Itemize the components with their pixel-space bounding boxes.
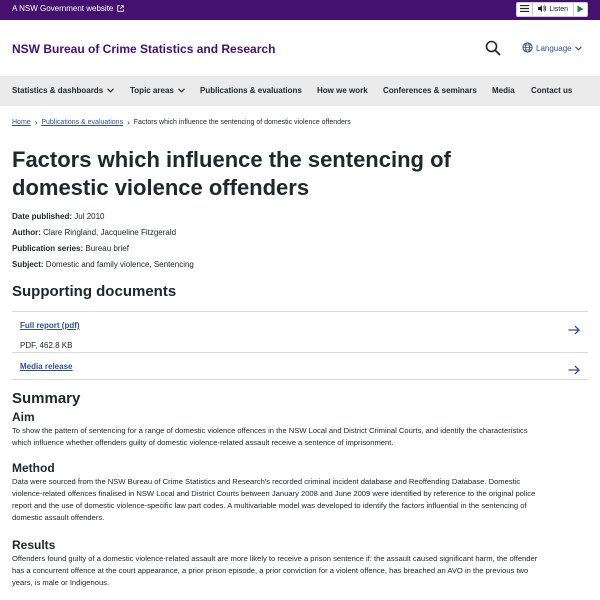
method-line: report and the use of domestic violence-… — [12, 501, 527, 510]
aim-line: To show the pattern of sentencing for a … — [12, 426, 528, 435]
search-button[interactable] — [485, 40, 503, 58]
nav-item-label: Publications & evaluations — [200, 86, 302, 95]
meta-label: Subject: — [12, 260, 44, 269]
search-icon — [485, 40, 501, 60]
meta-publication-series: Publication series: Bureau brief — [12, 244, 129, 253]
nav-item-label: Topic areas — [130, 86, 174, 95]
page-title-line-1: Factors which influence the sentencing o… — [12, 147, 451, 172]
breadcrumb-current: Factors which influence the sentencing o… — [133, 119, 351, 126]
nav-topic-areas[interactable]: Topic areas — [130, 86, 185, 95]
page-title: Factors which influence the sentencing o… — [12, 146, 532, 202]
method-line: violence-related offences finalised in N… — [12, 489, 536, 498]
speaker-icon — [538, 5, 547, 14]
chevron-down-icon — [574, 44, 582, 53]
full-report-file-info: PDF, 462.8 KB — [20, 341, 73, 350]
language-selector[interactable]: Language — [522, 42, 582, 55]
method-text: Data were sourced from the NSW Bureau of… — [12, 476, 590, 524]
meta-value: Jul 2010 — [74, 212, 105, 221]
document-item-full-report[interactable]: Full report (pdf) PDF, 462.8 KB — [12, 311, 588, 352]
supporting-documents-list: Full report (pdf) PDF, 462.8 KB Media re… — [12, 311, 588, 380]
media-release-link[interactable]: Media release — [20, 362, 72, 371]
supporting-documents-heading: Supporting documents — [12, 283, 177, 300]
nav-item-label: Statistics & dashboards — [12, 86, 104, 95]
breadcrumb-home[interactable]: Home — [12, 119, 31, 126]
breadcrumb-publications[interactable]: Publications & evaluations — [41, 119, 123, 126]
listen-play-button[interactable] — [574, 3, 587, 16]
play-icon — [577, 5, 584, 15]
chevron-right-icon: › — [34, 118, 38, 127]
method-line: Data were sourced from the NSW Bureau of… — [12, 477, 521, 486]
results-line: years, is male or Indigenous. — [12, 578, 110, 587]
nav-how-we-work[interactable]: How we work — [317, 86, 368, 95]
meta-label: Date published: — [12, 212, 73, 221]
chevron-right-icon: › — [127, 118, 130, 127]
nav-conferences-seminars[interactable]: Conferences & seminars — [383, 86, 477, 95]
globe-icon — [522, 42, 533, 55]
aim-line: which influence whether offenders guilty… — [12, 438, 394, 447]
method-heading: Method — [12, 461, 55, 475]
aim-text: To show the pattern of sentencing for a … — [12, 425, 590, 449]
language-label: Language — [536, 44, 572, 53]
meta-value: Clare Ringland, Jacqueline Fitzgerald — [43, 228, 177, 237]
breadcrumb: Home › Publications & evaluations › Fact… — [12, 118, 351, 127]
main-navigation: Statistics & dashboards Topic areas Publ… — [0, 76, 600, 106]
chevron-down-icon — [177, 86, 185, 95]
arrow-right-icon — [568, 322, 580, 335]
full-report-link[interactable]: Full report (pdf) — [20, 321, 80, 330]
meta-value: Domestic and family violence, Sentencing — [45, 260, 194, 269]
page-title-line-2: domestic violence offenders — [12, 175, 310, 200]
results-text: Offenders found guilty of a domestic vio… — [12, 553, 590, 589]
nsw-government-link-label[interactable]: A NSW Government website — [12, 4, 113, 13]
meta-author: Author: Clare Ringland, Jacqueline Fitzg… — [12, 228, 176, 237]
document-item-media-release[interactable]: Media release — [12, 352, 588, 380]
nav-publications-evaluations[interactable]: Publications & evaluations — [200, 86, 302, 95]
method-line: domestic assault offenders. — [12, 513, 105, 522]
external-link-icon — [117, 5, 125, 12]
nav-item-label: Contact us — [531, 86, 573, 95]
nsw-government-link[interactable]: A NSW Government website — [12, 4, 125, 13]
nav-media[interactable]: Media — [492, 86, 515, 95]
listen-label: Listen — [549, 6, 568, 13]
meta-label: Author: — [12, 228, 41, 237]
chevron-down-icon — [107, 86, 115, 95]
nav-item-label: Conferences & seminars — [383, 86, 477, 95]
meta-subject: Subject: Domestic and family violence, S… — [12, 260, 194, 269]
government-bar: A NSW Government website Listen — [0, 0, 600, 20]
nav-item-label: How we work — [317, 86, 368, 95]
meta-date-published: Date published: Jul 2010 — [12, 212, 105, 221]
aim-heading: Aim — [12, 410, 35, 424]
results-line: has a concurrent offence at the court ap… — [12, 566, 529, 575]
site-title[interactable]: NSW Bureau of Crime Statistics and Resea… — [12, 42, 275, 56]
nav-statistics-dashboards[interactable]: Statistics & dashboards — [12, 86, 115, 95]
summary-heading: Summary — [12, 390, 81, 407]
nav-contact-us[interactable]: Contact us — [531, 86, 572, 95]
meta-value: Bureau brief — [85, 244, 129, 253]
listen-menu-button[interactable] — [517, 3, 534, 16]
arrow-right-icon — [568, 362, 580, 375]
listen-widget: Listen — [516, 2, 588, 17]
meta-label: Publication series: — [12, 244, 84, 253]
results-line: Offenders found guilty of a domestic vio… — [12, 554, 538, 563]
nav-item-label: Media — [492, 86, 515, 95]
menu-icon — [520, 4, 530, 14]
site-header: NSW Bureau of Crime Statistics and Resea… — [0, 20, 600, 76]
listen-button[interactable]: Listen — [533, 3, 574, 16]
results-heading: Results — [12, 538, 56, 552]
